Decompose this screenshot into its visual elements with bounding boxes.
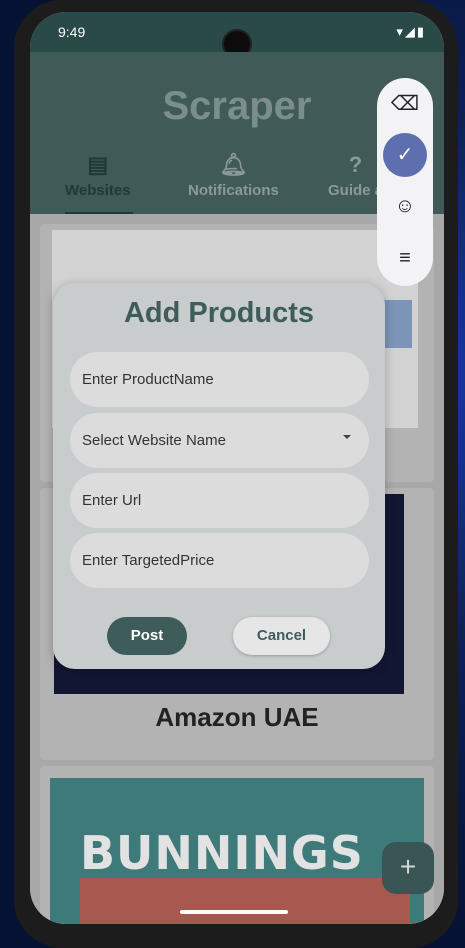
tab-guide[interactable]: ? Guide a (328, 152, 383, 199)
logo-text: BUNNINGS (80, 826, 364, 880)
menu-icon[interactable]: ≡ (383, 236, 427, 280)
field-placeholder: Select Website Name (82, 432, 226, 449)
website-logo: BUNNINGS (50, 778, 424, 924)
emoji-icon[interactable]: ☺ (383, 184, 427, 228)
add-fab-button[interactable]: + (382, 842, 434, 894)
check-icon[interactable]: ✓ (383, 133, 427, 177)
tab-notifications[interactable]: 🔔︎ Notifications (188, 152, 279, 199)
website-card-bunnings[interactable]: BUNNINGS (40, 766, 434, 924)
logo-banner (80, 878, 410, 924)
url-input[interactable]: Enter Url (70, 473, 369, 528)
tab-label: Websites (65, 182, 131, 199)
tab-label: Notifications (188, 182, 279, 199)
post-button[interactable]: Post (107, 617, 187, 655)
status-bar: 9:49 ▾◢▮ (30, 12, 444, 59)
status-icons: ▾◢▮ (396, 24, 426, 39)
target-price-input[interactable]: Enter TargetedPrice (70, 533, 369, 588)
field-placeholder: Enter TargetedPrice (82, 552, 215, 569)
tab-label: Guide a (328, 182, 384, 199)
website-select[interactable]: Select Website Name (70, 413, 369, 468)
field-placeholder: Enter Url (82, 492, 142, 509)
field-placeholder: Enter ProductName (82, 371, 214, 388)
bell-icon: 🔔︎ (219, 152, 248, 177)
dropdown-arrow-icon (343, 435, 351, 439)
add-products-dialog: Add Products Enter ProductName Select We… (53, 283, 385, 669)
website-title: Amazon UAE (155, 702, 319, 732)
gesture-nav-bar[interactable] (180, 910, 288, 914)
status-time: 9:49 (58, 24, 86, 40)
help-icon: ? (348, 152, 363, 177)
backspace-icon[interactable]: ⌫ (383, 82, 427, 126)
tab-websites[interactable]: ▤ Websites (65, 152, 131, 199)
dialog-title: Add Products (123, 297, 315, 329)
cancel-button[interactable]: Cancel (233, 617, 330, 655)
keyboard-toolbar: ⌫ ✓ ☺ ≡ (377, 78, 433, 286)
browser-window-icon: ▤ (87, 152, 109, 177)
product-name-input[interactable]: Enter ProductName (70, 352, 369, 407)
